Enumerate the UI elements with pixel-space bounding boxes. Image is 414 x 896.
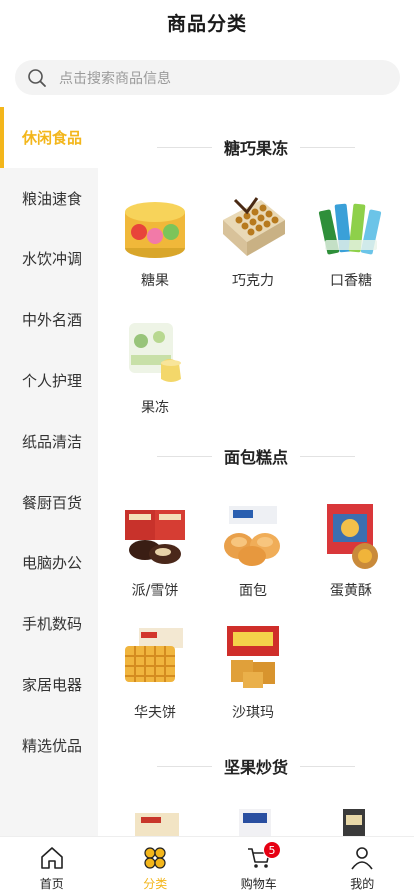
sidebar-item-personal-care[interactable]: 个人护理 — [0, 350, 98, 411]
pastry-image — [327, 504, 378, 569]
product-label: 面包 — [239, 583, 267, 599]
search-bar-container: 点击搜索商品信息 — [0, 48, 414, 106]
sidebar-item-label: 个人护理 — [22, 372, 83, 391]
sidebar-item-label: 家居电器 — [22, 676, 83, 695]
product-nuts-1[interactable] — [110, 809, 200, 836]
tab-cart[interactable]: 5 购物车 — [207, 837, 311, 896]
sidebar-item-label: 电脑办公 — [22, 554, 83, 573]
product-nuts-2[interactable] — [208, 809, 298, 836]
sidebar-item-label: 粮油速食 — [22, 189, 83, 208]
sidebar-item-liquor[interactable]: 中外名酒 — [0, 289, 98, 350]
section-title-text: 糖巧果冻 — [223, 139, 288, 158]
product-gum[interactable]: 口香糖 — [306, 190, 396, 300]
sidebar-item-paper-cleaning[interactable]: 纸品清洁 — [0, 411, 98, 472]
product-bread[interactable]: 面包 — [208, 500, 298, 610]
search-placeholder: 点击搜索商品信息 — [59, 70, 171, 87]
tab-home[interactable]: 首页 — [0, 837, 104, 896]
chocolate-image — [223, 197, 285, 256]
home-icon — [40, 847, 63, 869]
divider — [300, 765, 355, 767]
product-sachima[interactable]: 沙琪玛 — [208, 622, 298, 732]
sidebar-item-label: 中外名酒 — [22, 311, 83, 330]
candy-image — [125, 202, 185, 258]
section-title-nuts: 坚果炒货 — [98, 754, 414, 778]
category-icon — [144, 847, 166, 869]
sidebar-item-digital[interactable]: 手机数码 — [0, 593, 98, 654]
sidebar-item-label: 餐厨百货 — [22, 493, 83, 512]
sidebar-item-grain-oil[interactable]: 粮油速食 — [0, 168, 98, 229]
bottom-tab-bar: 首页 分类 5 购物车 我的 — [0, 836, 414, 896]
section-title-bakery: 面包糕点 — [98, 444, 414, 468]
pie-image — [125, 510, 185, 564]
divider — [156, 765, 212, 767]
user-icon — [351, 847, 373, 870]
divider — [300, 455, 355, 457]
sidebar-item-drinks[interactable]: 水饮冲调 — [0, 229, 98, 290]
sidebar-item-label: 手机数码 — [22, 615, 83, 634]
category-sidebar: 休闲食品 粮油速食 水饮冲调 中外名酒 个人护理 纸品清洁 餐厨百货 电脑办公 … — [0, 107, 98, 836]
section-title-candy: 糖巧果冻 — [98, 135, 414, 159]
section-title-text: 坚果炒货 — [223, 758, 288, 777]
sachima-image — [227, 626, 279, 688]
sidebar-item-label: 休闲食品 — [22, 128, 83, 147]
product-label: 巧克力 — [232, 273, 274, 289]
tab-label: 购物车 — [240, 877, 277, 891]
tab-label: 分类 — [143, 877, 168, 891]
divider — [156, 455, 212, 457]
product-label: 蛋黄酥 — [330, 583, 372, 599]
product-egg-yolk-pastry[interactable]: 蛋黄酥 — [306, 500, 396, 610]
product-label: 华夫饼 — [134, 705, 176, 721]
divider — [300, 146, 355, 148]
nuts-image — [135, 813, 179, 836]
tab-label: 首页 — [39, 877, 64, 891]
product-jelly[interactable]: 果冻 — [110, 317, 200, 427]
product-waffle[interactable]: 华夫饼 — [110, 622, 200, 732]
product-content: 糖巧果冻 糖果 巧克力 口香糖 果冻 面包糕点 派/雪饼 面包 蛋黄酥 华夫饼 … — [98, 107, 414, 836]
search-input[interactable]: 点击搜索商品信息 — [15, 60, 400, 95]
tab-category[interactable]: 分类 — [104, 837, 208, 896]
product-label: 口香糖 — [330, 273, 372, 289]
cart-count-badge: 5 — [263, 841, 281, 859]
sidebar-item-label: 纸品清洁 — [22, 432, 83, 451]
search-icon — [28, 68, 46, 87]
tab-label: 我的 — [350, 877, 375, 891]
tab-profile[interactable]: 我的 — [311, 837, 414, 896]
divider — [156, 146, 212, 148]
sidebar-item-kitchen[interactable]: 餐厨百货 — [0, 472, 98, 533]
product-candy[interactable]: 糖果 — [110, 190, 200, 300]
sidebar-item-selected[interactable]: 精选优品 — [0, 715, 98, 776]
sidebar-item-appliances[interactable]: 家居电器 — [0, 654, 98, 715]
sidebar-item-snacks[interactable]: 休闲食品 — [0, 107, 98, 168]
product-label: 派/雪饼 — [131, 583, 179, 599]
sidebar-item-office[interactable]: 电脑办公 — [0, 533, 98, 594]
bread-image — [224, 506, 280, 566]
section-title-text: 面包糕点 — [223, 448, 288, 467]
waffle-image — [125, 628, 183, 682]
page-header: 商品分类 — [0, 0, 414, 44]
gum-image — [318, 203, 382, 255]
page-title: 商品分类 — [166, 12, 247, 35]
sidebar-item-label: 精选优品 — [22, 736, 83, 755]
jelly-image — [129, 323, 181, 382]
nuts-image — [343, 809, 365, 836]
product-chocolate[interactable]: 巧克力 — [208, 190, 298, 300]
product-label: 糖果 — [141, 273, 169, 289]
sidebar-item-label: 水饮冲调 — [22, 250, 83, 269]
product-pie[interactable]: 派/雪饼 — [110, 500, 200, 610]
product-nuts-3[interactable] — [306, 809, 396, 836]
product-label: 果冻 — [141, 400, 169, 416]
product-label: 沙琪玛 — [232, 705, 274, 721]
nuts-image — [239, 809, 271, 836]
